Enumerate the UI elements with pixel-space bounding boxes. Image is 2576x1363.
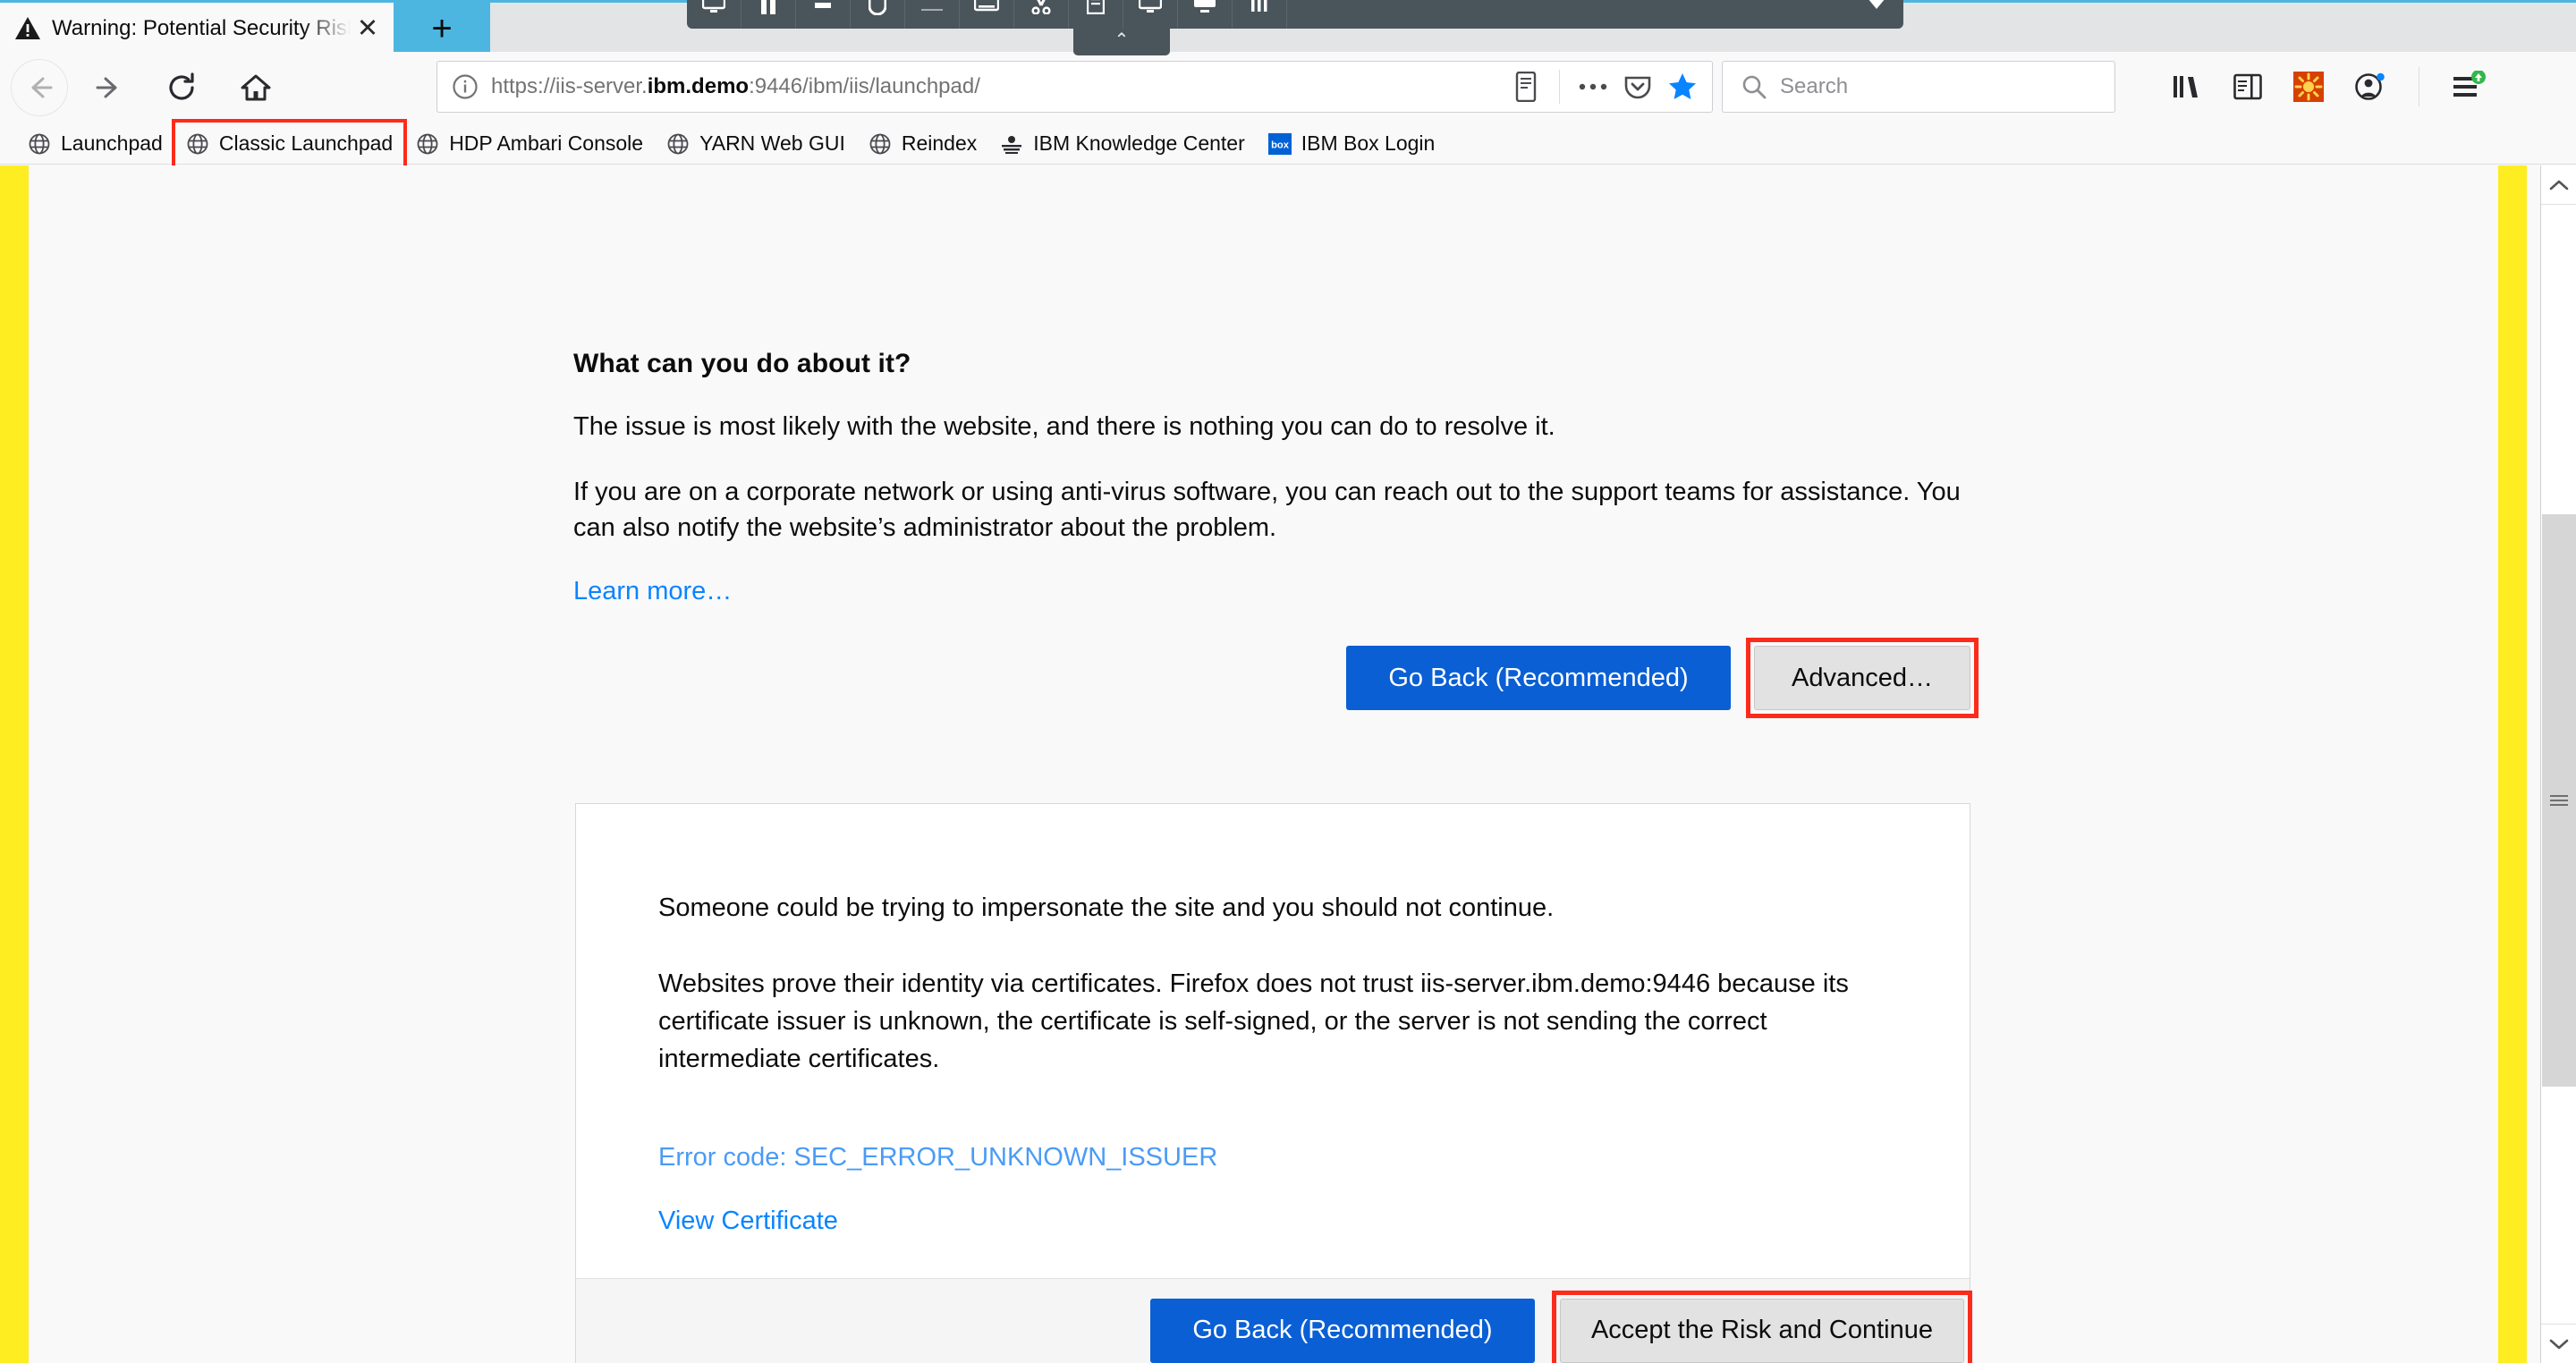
- vm-keyboard-icon[interactable]: [960, 0, 1014, 29]
- new-tab-button[interactable]: +: [394, 3, 490, 55]
- bookmark-label: Classic Launchpad: [218, 131, 394, 155]
- account-icon[interactable]: [2347, 64, 2392, 109]
- vm-pause-icon[interactable]: [741, 0, 796, 29]
- reload-icon[interactable]: [154, 59, 211, 116]
- back-arrow-icon[interactable]: [11, 59, 68, 116]
- error-code-label: Error code:: [658, 1143, 794, 1172]
- vm-minimize-icon[interactable]: [796, 0, 851, 29]
- forward-arrow-icon[interactable]: [80, 59, 138, 116]
- globe-icon: [416, 132, 439, 156]
- bookmark-label: IBM Knowledge Center: [1033, 131, 1245, 155]
- bookmark-label: Launchpad: [61, 131, 163, 155]
- page-paragraph-2: If you are on a corporate network or usi…: [573, 478, 1961, 542]
- advanced-line-1: Someone could be trying to impersonate t…: [658, 893, 1555, 922]
- sidebar-icon[interactable]: [2225, 64, 2270, 109]
- learn-more-link[interactable]: Learn more…: [573, 577, 732, 606]
- info-circle-icon[interactable]: [450, 72, 480, 102]
- page-heading: What can you do about it?: [573, 349, 911, 378]
- vm-display-icon[interactable]: [1178, 0, 1233, 29]
- page-actions-icon[interactable]: [1572, 66, 1614, 107]
- vm-toolbar-collapse-tab[interactable]: ⌃: [1073, 29, 1170, 55]
- page-paragraph-1: The issue is most likely with the websit…: [573, 412, 1555, 441]
- reader-view-icon[interactable]: [1505, 66, 1546, 107]
- svg-text:box: box: [1271, 140, 1290, 150]
- library-icon[interactable]: [2165, 64, 2209, 109]
- scroll-down-arrow-icon[interactable]: [2541, 1324, 2576, 1363]
- vm-document-icon[interactable]: [1069, 0, 1123, 29]
- scrollbar-thumb[interactable]: [2542, 514, 2576, 1087]
- hamburger-menu-icon[interactable]: [2446, 64, 2491, 109]
- error-page-content: What can you do about it? The issue is m…: [0, 165, 2540, 1363]
- toolbar-right-buttons: [2165, 61, 2491, 113]
- bookmark-hdp-ambari-console[interactable]: HDP Ambari Console: [404, 127, 655, 161]
- globe-icon: [186, 132, 209, 156]
- view-certificate-link[interactable]: View Certificate: [658, 1206, 838, 1236]
- bookmark-label: HDP Ambari Console: [449, 131, 644, 155]
- advanced-line-2: Websites prove their identity via certif…: [658, 969, 1849, 1073]
- vm-mini-toolbar[interactable]: [687, 0, 1903, 29]
- bookmark-star-icon[interactable]: [1662, 66, 1703, 107]
- panel-go-back-button[interactable]: Go Back (Recommended): [1149, 1298, 1535, 1363]
- warning-triangle-icon: [14, 15, 41, 42]
- advanced-panel-footer: Go Back (Recommended) Accept the Risk an…: [576, 1278, 1973, 1363]
- browser-window: ⌃ Warning: Potential Security Risk ✕ + h…: [0, 0, 2576, 1363]
- vm-monitor-icon[interactable]: [687, 0, 741, 29]
- accept-risk-button[interactable]: Accept the Risk and Continue: [1551, 1290, 1973, 1363]
- bookmark-label: YARN Web GUI: [699, 131, 845, 155]
- globe-icon: [869, 132, 892, 156]
- bookmark-ibm-box-login[interactable]: box IBM Box Login: [1257, 127, 1447, 161]
- bookmark-ibm-knowledge-center[interactable]: IBM Knowledge Center: [988, 127, 1257, 161]
- bookmarks-bar: Launchpad Classic Launchpad HDP Ambari C…: [0, 118, 2576, 169]
- home-icon[interactable]: [227, 59, 284, 116]
- url-text[interactable]: https://iis-server.ibm.demo:9446/ibm/iis…: [491, 74, 1505, 99]
- search-input[interactable]: Search: [1780, 74, 1848, 99]
- primary-button-row: Go Back (Recommended) Advanced…: [573, 638, 1979, 718]
- bookmark-yarn-web-gui[interactable]: YARN Web GUI: [655, 127, 857, 161]
- advanced-panel: Someone could be trying to impersonate t…: [575, 803, 1973, 1363]
- url-suffix: :9446/ibm/iis/launchpad/: [749, 74, 980, 98]
- url-bar[interactable]: https://iis-server.ibm.demo:9446/ibm/iis…: [436, 61, 1713, 113]
- bookmark-label: Reindex: [901, 131, 978, 155]
- vertical-scrollbar[interactable]: [2540, 165, 2576, 1363]
- globe-icon: [666, 132, 690, 156]
- url-actions: [1505, 66, 1703, 107]
- scrollbar-grip-icon: [2550, 795, 2568, 806]
- url-domain: ibm.demo: [647, 74, 750, 98]
- url-prefix: https://iis-server.: [491, 74, 648, 98]
- go-back-button[interactable]: Go Back (Recommended): [1346, 646, 1731, 710]
- error-code-value[interactable]: SEC_ERROR_UNKNOWN_ISSUER: [794, 1143, 1218, 1172]
- search-icon: [1741, 73, 1767, 100]
- scroll-up-arrow-icon[interactable]: [2541, 165, 2576, 205]
- vm-screen-icon[interactable]: [1123, 0, 1178, 29]
- vm-network-icon[interactable]: [1233, 0, 1287, 29]
- addon-orange-icon[interactable]: [2286, 64, 2331, 109]
- pocket-icon[interactable]: [1617, 66, 1658, 107]
- page-canvas: What can you do about it? The issue is m…: [0, 165, 2576, 1363]
- close-icon[interactable]: ✕: [351, 12, 385, 46]
- vm-dropdown-icon[interactable]: [1849, 0, 1903, 29]
- bookmark-label: IBM Box Login: [1301, 131, 1436, 155]
- vm-blank-icon[interactable]: [905, 0, 960, 29]
- search-bar[interactable]: Search: [1722, 61, 2115, 113]
- bookmark-reindex[interactable]: Reindex: [857, 127, 988, 161]
- browser-tab-active[interactable]: Warning: Potential Security Risk ✕: [0, 3, 394, 55]
- globe-icon: [28, 132, 51, 156]
- tab-title: Warning: Potential Security Risk: [52, 15, 351, 40]
- toolbar-divider: [1559, 70, 1560, 104]
- advanced-button[interactable]: Advanced…: [1746, 638, 1979, 718]
- bookmark-launchpad[interactable]: Launchpad: [16, 127, 174, 161]
- box-icon: box: [1267, 132, 1292, 156]
- ibm-icon: [1000, 132, 1023, 156]
- vm-scissors-icon[interactable]: [1014, 0, 1069, 29]
- vm-mouse-icon[interactable]: [851, 0, 905, 29]
- error-code-row: Error code: SEC_ERROR_UNKNOWN_ISSUER: [658, 1143, 1217, 1173]
- bookmark-classic-launchpad[interactable]: Classic Launchpad: [171, 118, 408, 169]
